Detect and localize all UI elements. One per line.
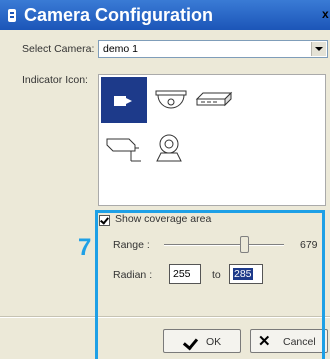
- highlight-frame-left: [95, 210, 98, 359]
- ok-button[interactable]: OK: [163, 329, 241, 353]
- select-camera-dropdown[interactable]: demo 1: [98, 40, 328, 58]
- divider: [0, 316, 330, 318]
- highlight-frame-top: [95, 210, 325, 213]
- dvr-box-icon[interactable]: [195, 77, 241, 123]
- range-value: 679: [300, 239, 318, 251]
- title-bar: Camera Configuration x: [0, 0, 330, 30]
- indicator-icon-label: Indicator Icon:: [22, 74, 88, 86]
- cancel-button[interactable]: ✕ Cancel: [250, 329, 328, 353]
- close-button[interactable]: x: [322, 7, 329, 21]
- indicator-icon-panel: [98, 74, 326, 206]
- window-title: Camera Configuration: [24, 5, 214, 25]
- radian-to-label: to: [212, 269, 221, 281]
- chevron-down-icon[interactable]: [311, 42, 326, 56]
- select-camera-value: demo 1: [103, 43, 139, 55]
- radian-to-value: 285: [233, 268, 253, 280]
- x-icon: ✕: [258, 333, 271, 350]
- ptz-camera-icon[interactable]: [151, 127, 197, 173]
- range-label: Range :: [113, 239, 150, 251]
- step-number-annotation: 7: [78, 234, 92, 261]
- camera-icon[interactable]: [101, 77, 147, 123]
- select-camera-label: Select Camera:: [22, 43, 95, 55]
- camera-config-icon: [8, 9, 16, 22]
- checkmark-icon: [182, 334, 199, 351]
- highlight-frame-right: [322, 210, 325, 359]
- range-slider-track[interactable]: [164, 244, 284, 246]
- range-slider-thumb[interactable]: [240, 236, 249, 253]
- radian-to-input[interactable]: 285: [229, 264, 263, 284]
- radian-from-value: 255: [173, 268, 191, 280]
- radian-from-input[interactable]: 255: [169, 264, 201, 284]
- show-coverage-checkbox[interactable]: [99, 215, 110, 226]
- bullet-camera-icon[interactable]: [101, 127, 147, 173]
- dome-camera-icon[interactable]: [149, 77, 195, 123]
- radian-label: Radian :: [113, 269, 153, 281]
- ok-label: OK: [206, 336, 222, 348]
- cancel-label: Cancel: [283, 336, 316, 348]
- show-coverage-label: Show coverage area: [115, 213, 212, 225]
